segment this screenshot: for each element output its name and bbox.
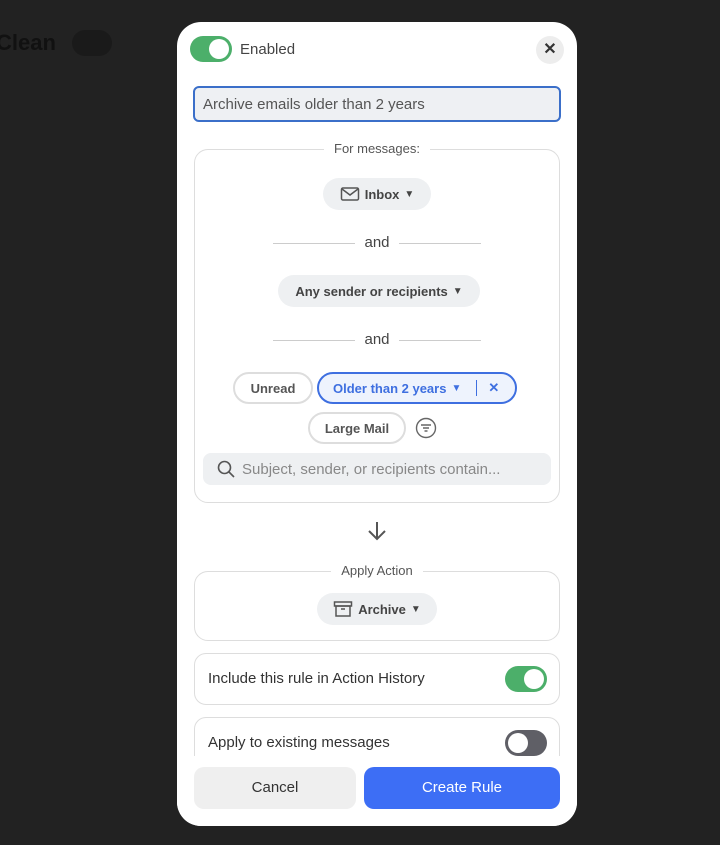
action-history-label: Include this rule in Action History xyxy=(208,670,425,687)
chevron-down-icon: ▼ xyxy=(404,188,415,200)
close-button[interactable]: ✕ xyxy=(536,36,564,64)
apply-existing-label: Apply to existing messages xyxy=(208,734,390,751)
mailbox-value: Inbox xyxy=(364,186,400,202)
envelope-icon xyxy=(340,187,359,201)
archive-icon xyxy=(333,601,353,617)
enabled-label: Enabled xyxy=(240,41,296,58)
apply-existing-toggle[interactable] xyxy=(505,730,547,756)
cancel-button[interactable]: Cancel xyxy=(194,767,356,809)
search-placeholder: Subject, sender, or recipients contain..… xyxy=(242,460,501,478)
remove-filter-icon[interactable]: ✕ xyxy=(488,380,499,396)
filter-icon[interactable] xyxy=(415,417,437,439)
action-value: Archive xyxy=(358,601,406,617)
chevron-down-icon: ▼ xyxy=(410,603,421,615)
arrow-down-icon xyxy=(368,522,386,541)
action-history-option: Include this rule in Action History xyxy=(194,653,560,705)
action-history-toggle[interactable] xyxy=(505,666,547,692)
search-icon xyxy=(217,460,235,478)
mailbox-dropdown[interactable]: Inbox ▼ xyxy=(323,178,431,210)
conditions-legend: For messages: xyxy=(324,141,430,156)
create-rule-dialog: Enabled ✕ For messages: Inbox ▼ and Any s… xyxy=(177,22,577,826)
search-input[interactable]: Subject, sender, or recipients contain..… xyxy=(203,453,551,485)
create-rule-button[interactable]: Create Rule xyxy=(364,767,560,809)
background-toggle xyxy=(72,30,112,56)
filter-unread[interactable]: Unread xyxy=(233,372,313,404)
action-box: Apply Action Archive ▼ xyxy=(194,563,560,641)
close-icon: ✕ xyxy=(543,41,557,58)
filter-large-mail[interactable]: Large Mail xyxy=(308,412,406,444)
rule-name-input[interactable] xyxy=(193,86,561,122)
background-app-title: Clean xyxy=(0,30,56,55)
and-separator: and xyxy=(195,331,559,348)
sender-value: Any sender or recipients xyxy=(295,283,448,299)
filter-older-than[interactable]: Older than 2 years ▼ ✕ xyxy=(317,372,517,404)
enabled-toggle[interactable] xyxy=(190,36,232,62)
and-separator: and xyxy=(195,234,559,251)
chevron-down-icon: ▼ xyxy=(451,382,462,394)
action-legend: Apply Action xyxy=(331,563,423,578)
sender-dropdown[interactable]: Any sender or recipients ▼ xyxy=(278,275,480,307)
action-dropdown[interactable]: Archive ▼ xyxy=(317,593,437,625)
filter-older-label: Older than 2 years xyxy=(333,380,447,396)
conditions-box: For messages: Inbox ▼ and Any sender or r… xyxy=(194,141,560,503)
chevron-down-icon: ▼ xyxy=(452,285,463,297)
